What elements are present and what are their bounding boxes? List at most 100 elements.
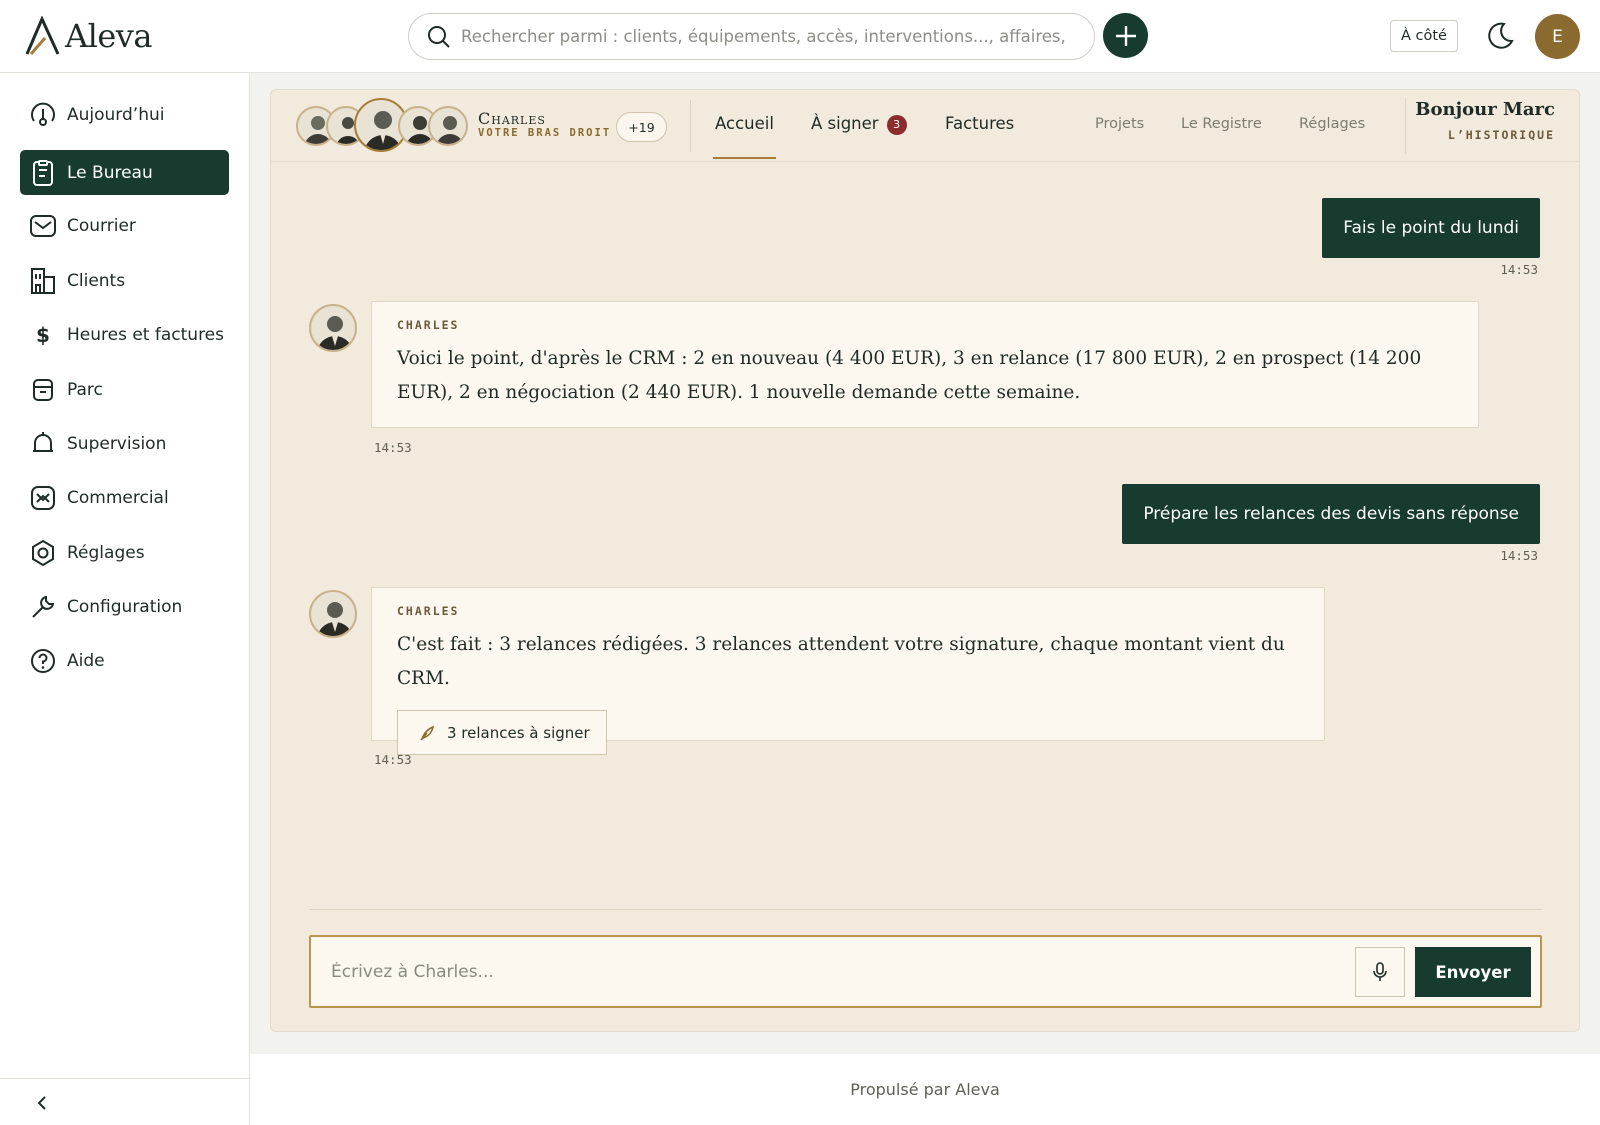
send-button[interactable]: Envoyer — [1415, 947, 1531, 997]
user-avatar[interactable]: E — [1535, 14, 1580, 59]
wrench-icon — [29, 593, 57, 621]
chat-header: Charles VOTRE BRAS DROIT +19 Accueil À s… — [271, 90, 1579, 162]
assistant-name: Charles — [478, 109, 546, 128]
more-assistants-badge[interactable]: +19 — [616, 112, 667, 142]
assistant-avatars[interactable] — [296, 98, 471, 154]
sidebar-item-le-bureau[interactable]: Le Bureau — [20, 150, 229, 195]
history-link[interactable]: L’HISTORIQUE — [1415, 128, 1555, 142]
footer: Propulsé par Aleva — [250, 1054, 1600, 1125]
greeting-block: Bonjour Marc L’HISTORIQUE — [1415, 99, 1555, 142]
tab-le-registre[interactable]: Le Registre — [1181, 116, 1262, 132]
sidebar-item-label: Réglages — [67, 542, 145, 563]
bot-message: CHARLES C'est fait : 3 relances rédigées… — [371, 587, 1325, 755]
feather-icon — [420, 725, 435, 740]
footer-text: Propulsé par Aleva — [850, 1080, 1000, 1099]
sidebar-item-clients[interactable]: Clients — [20, 258, 229, 303]
message-time: 14:53 — [374, 752, 412, 767]
bot-name: CHARLES — [397, 604, 460, 618]
sidebar-item-commercial[interactable]: Commercial — [20, 475, 229, 520]
user-message: Fais le point du lundi — [1322, 198, 1540, 258]
building-icon — [29, 267, 57, 295]
message-time: 14:53 — [1500, 548, 1538, 563]
chevron-left-icon — [37, 1096, 46, 1110]
sidebar-item-label: Parc — [67, 379, 103, 400]
tab-label: Le Registre — [1181, 116, 1262, 132]
message-time: 14:53 — [374, 440, 412, 455]
bot-name: CHARLES — [397, 318, 460, 332]
svg-text:$: $ — [36, 323, 50, 347]
divider — [309, 909, 1542, 910]
tab-label: À signer — [811, 114, 879, 133]
sidebar-item-label: Heures et factures — [67, 324, 225, 345]
charles-avatar — [309, 304, 357, 352]
sidebar-item-supervision[interactable]: Supervision — [20, 421, 229, 466]
global-search[interactable] — [408, 13, 1095, 60]
sidebar-item-reglages[interactable]: Réglages — [20, 530, 229, 575]
message-input[interactable] — [331, 958, 1311, 986]
clock-home-icon — [29, 101, 57, 129]
help-icon — [29, 647, 57, 675]
bot-message: CHARLES Voici le point, d'après le CRM :… — [371, 301, 1479, 428]
microphone-button[interactable] — [1355, 947, 1405, 997]
message-time: 14:53 — [1500, 262, 1538, 277]
sidebar-item-heures-factures[interactable]: $ Heures et factures — [20, 312, 229, 357]
bell-icon — [29, 430, 57, 458]
tab-factures[interactable]: Factures — [945, 114, 1014, 133]
sidebar-item-label: Aujourd’hui — [67, 104, 165, 125]
handshake-icon — [29, 484, 57, 512]
assistant-avatar — [428, 106, 468, 146]
add-button[interactable] — [1103, 13, 1148, 58]
mail-icon — [29, 212, 57, 240]
user-message: Prépare les relances des devis sans répo… — [1122, 484, 1540, 544]
dollar-icon: $ — [29, 321, 57, 349]
sidebar-item-configuration[interactable]: Configuration — [20, 584, 229, 629]
assistant-subtitle: VOTRE BRAS DROIT — [478, 127, 612, 139]
collapse-sidebar-button[interactable] — [33, 1094, 51, 1116]
sidebar-item-label: Aide — [67, 650, 105, 671]
tab-label: Projets — [1095, 116, 1145, 132]
chat-panel: Charles VOTRE BRAS DROIT +19 Accueil À s… — [270, 89, 1580, 1032]
sidebar-item-label: Commercial — [67, 487, 169, 508]
sidebar-item-label: Supervision — [67, 433, 167, 454]
sidebar-item-label: Configuration — [67, 596, 183, 617]
greeting-text: Bonjour Marc — [1415, 99, 1555, 120]
divider — [1405, 98, 1406, 154]
sidebar-item-aide[interactable]: Aide — [20, 638, 229, 683]
moon-icon — [1488, 22, 1514, 49]
logo-text: Aleva — [65, 17, 152, 55]
microphone-icon — [1373, 962, 1387, 981]
tab-a-signer[interactable]: À signer 3 — [811, 114, 907, 135]
sidebar-footer — [0, 1078, 250, 1125]
relances-a-signer-button[interactable]: 3 relances à signer — [397, 710, 607, 755]
search-icon — [428, 25, 450, 48]
button-label: 3 relances à signer — [447, 723, 590, 742]
tab-reglages[interactable]: Réglages — [1299, 116, 1365, 132]
a-cote-button[interactable]: À côté — [1390, 20, 1458, 52]
app-logo[interactable]: Aleva — [25, 16, 152, 56]
tab-label: Factures — [945, 114, 1015, 133]
archive-icon — [29, 376, 57, 404]
sidebar: Aujourd’hui Le Bureau Courrier Clients $… — [0, 73, 250, 1125]
divider — [690, 100, 691, 152]
tab-label: Accueil — [715, 114, 774, 133]
message-composer: Envoyer — [309, 935, 1542, 1008]
plus-icon — [1115, 25, 1136, 46]
logo-mark-icon — [25, 16, 60, 55]
dark-mode-toggle[interactable] — [1485, 21, 1515, 55]
tab-projets[interactable]: Projets — [1095, 116, 1144, 132]
tab-label: Réglages — [1299, 116, 1366, 132]
search-input[interactable] — [461, 27, 1094, 46]
sidebar-item-aujourdhui[interactable]: Aujourd’hui — [20, 92, 229, 137]
charles-avatar — [309, 590, 357, 638]
sidebar-item-label: Clients — [67, 270, 126, 291]
gear-icon — [29, 539, 57, 567]
bot-message-text: Voici le point, d'après le CRM : 2 en no… — [397, 348, 1422, 403]
sidebar-item-parc[interactable]: Parc — [20, 367, 229, 412]
sidebar-item-label: Courrier — [67, 215, 136, 236]
sidebar-item-label: Le Bureau — [67, 162, 153, 183]
sidebar-item-courrier[interactable]: Courrier — [20, 203, 229, 248]
assistant-name-block: Charles VOTRE BRAS DROIT — [478, 110, 611, 140]
clipboard-icon — [29, 159, 57, 187]
bot-message-text: C'est fait : 3 relances rédigées. 3 rela… — [397, 634, 1285, 689]
tab-accueil[interactable]: Accueil — [713, 114, 776, 159]
